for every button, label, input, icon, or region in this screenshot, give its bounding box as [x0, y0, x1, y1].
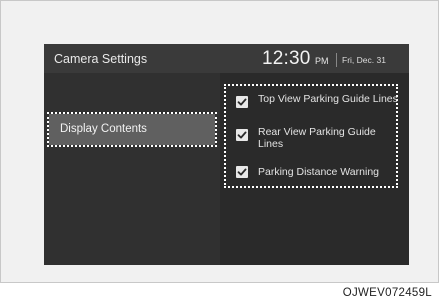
check-icon — [237, 131, 247, 139]
status-header: Camera Settings 12:30 PM Fri, Dec. 31 — [44, 44, 409, 73]
checkbox-top-view-guide-lines[interactable] — [236, 96, 248, 108]
option-label: Parking Distance Warning — [258, 166, 379, 178]
page-title: Camera Settings — [54, 52, 148, 66]
settings-sidebar: Display Contents — [44, 73, 220, 265]
clock-ampm: PM — [315, 56, 329, 66]
infotainment-screen: Camera Settings 12:30 PM Fri, Dec. 31 Di… — [44, 44, 409, 265]
checkbox-parking-distance-warning[interactable] — [236, 166, 248, 178]
checkbox-rear-view-guide-lines[interactable] — [236, 129, 248, 141]
figure-code: OJWEV072459L — [342, 287, 432, 299]
clock-divider — [336, 53, 337, 67]
check-icon — [237, 98, 247, 106]
option-label: Top View Parking Guide Lines — [258, 93, 398, 105]
sidebar-item-display-contents[interactable]: Display Contents — [47, 112, 217, 147]
display-options-panel: Top View Parking Guide Lines Rear View P… — [224, 84, 398, 188]
check-icon — [237, 168, 247, 176]
sidebar-item-label: Display Contents — [60, 123, 147, 135]
clock-time: 12:30 — [262, 48, 311, 69]
figure-frame: Camera Settings 12:30 PM Fri, Dec. 31 Di… — [0, 0, 439, 283]
clock-date: Fri, Dec. 31 — [342, 55, 386, 65]
option-label: Rear View Parking Guide Lines — [258, 126, 376, 150]
